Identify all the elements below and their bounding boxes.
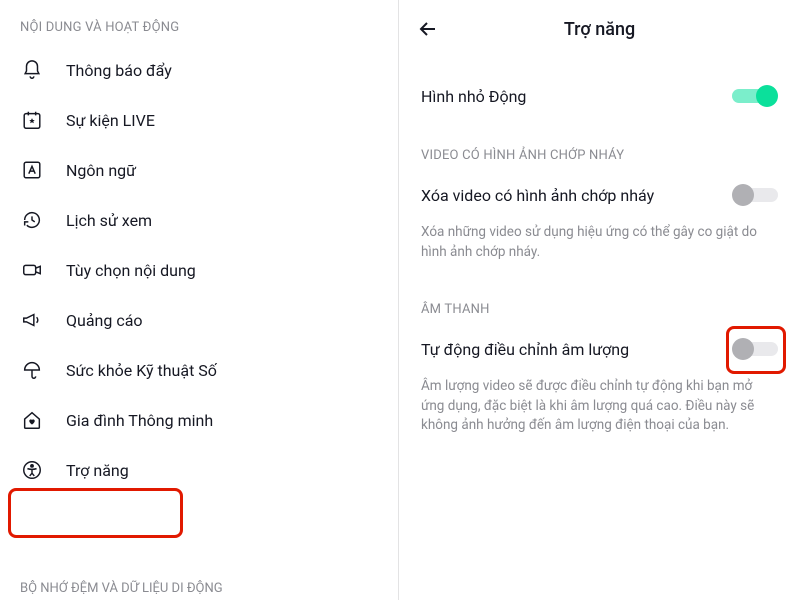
page-title: Trợ năng xyxy=(564,19,635,40)
toggle-animated-thumbnail[interactable] xyxy=(732,84,778,108)
menu-item-label: Thông báo đẩy xyxy=(66,61,172,80)
topbar: Trợ năng xyxy=(399,0,800,58)
row-animated-thumbnail: Hình nhỏ Động xyxy=(399,58,800,124)
toggle-auto-volume[interactable] xyxy=(732,337,778,361)
row-label: Tự động điều chỉnh âm lượng xyxy=(421,340,629,359)
back-button[interactable] xyxy=(413,14,443,44)
menu-item-label: Sự kiện LIVE xyxy=(66,111,155,130)
menu-item-language[interactable]: Ngôn ngữ xyxy=(0,145,398,195)
menu-item-watch-history[interactable]: Lịch sử xem xyxy=(0,195,398,245)
video-camera-icon xyxy=(20,258,44,282)
menu-item-family-pairing[interactable]: Gia đình Thông minh xyxy=(0,395,398,445)
history-icon xyxy=(20,208,44,232)
row-remove-flashing: Xóa video có hình ảnh chớp nháy xyxy=(399,167,800,223)
section-header-content-activity: NỘI DUNG VÀ HOẠT ĐỘNG xyxy=(0,14,398,45)
group-header-flashing: VIDEO CÓ HÌNH ẢNH CHỚP NHÁY xyxy=(399,124,800,167)
menu-item-label: Quảng cáo xyxy=(66,311,143,330)
menu-item-label: Sức khỏe Kỹ thuật Số xyxy=(66,361,217,380)
menu-item-label: Trợ năng xyxy=(66,461,129,480)
row-auto-volume: Tự động điều chỉnh âm lượng xyxy=(399,321,800,377)
calendar-star-icon xyxy=(20,108,44,132)
section-header-cache-cellular: BỘ NHỚ ĐỆM VÀ DỮ LIỆU DI ĐỘNG xyxy=(0,581,243,600)
row-label: Xóa video có hình ảnh chớp nháy xyxy=(421,186,654,205)
bell-icon xyxy=(20,58,44,82)
menu-item-content-preferences[interactable]: Tùy chọn nội dung xyxy=(0,245,398,295)
row-desc-flashing: Xóa những video sử dụng hiệu ứng có thể … xyxy=(399,223,800,268)
menu-item-label: Ngôn ngữ xyxy=(66,161,136,180)
umbrella-icon xyxy=(20,358,44,382)
menu-item-label: Gia đình Thông minh xyxy=(66,411,213,430)
menu-item-accessibility[interactable]: Trợ năng xyxy=(0,445,398,495)
settings-list-pane: NỘI DUNG VÀ HOẠT ĐỘNG Thông báo đẩy Sự k… xyxy=(0,0,399,600)
menu-item-ads[interactable]: Quảng cáo xyxy=(0,295,398,345)
group-header-sound: ÂM THANH xyxy=(399,268,800,321)
menu-item-label: Tùy chọn nội dung xyxy=(66,261,196,280)
letter-a-icon xyxy=(20,158,44,182)
row-desc-auto-volume: Âm lượng video sẽ được điều chỉnh tự độn… xyxy=(399,377,800,442)
menu-item-digital-wellbeing[interactable]: Sức khỏe Kỹ thuật Số xyxy=(0,345,398,395)
toggle-remove-flashing[interactable] xyxy=(732,183,778,207)
menu-item-label: Lịch sử xem xyxy=(66,211,152,230)
row-label: Hình nhỏ Động xyxy=(421,87,526,106)
accessibility-icon xyxy=(20,458,44,482)
menu-item-push-notifications[interactable]: Thông báo đẩy xyxy=(0,45,398,95)
arrow-left-icon xyxy=(416,17,440,41)
accessibility-detail-pane: Trợ năng Hình nhỏ Động VIDEO CÓ HÌNH ẢNH… xyxy=(399,0,800,600)
menu-item-live-events[interactable]: Sự kiện LIVE xyxy=(0,95,398,145)
megaphone-icon xyxy=(20,308,44,332)
home-heart-icon xyxy=(20,408,44,432)
